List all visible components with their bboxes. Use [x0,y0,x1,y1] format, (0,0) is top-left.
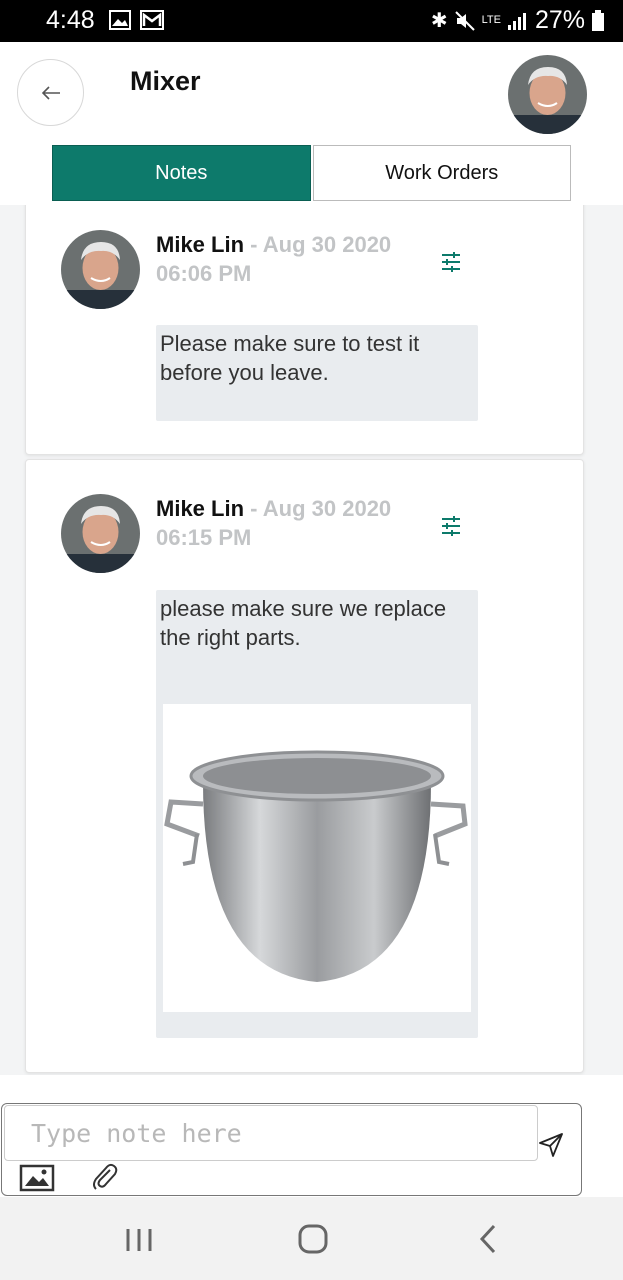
system-nav-bar [0,1197,623,1280]
tab-bar: Notes Work Orders [52,145,571,201]
note-composer [1,1103,582,1196]
note-time: 06:06 PM [156,261,252,286]
battery-icon [592,9,604,31]
note-card: Mike Lin - Aug 30 2020 06:06 PM Please m… [25,205,584,455]
author-avatar [61,494,140,573]
avatar-photo [508,55,587,134]
battery-percent: 27% [534,6,585,34]
note-card: Mike Lin - Aug 30 2020 06:15 PM please m… [25,459,584,1073]
status-bar: 4:48 ✱ LTE 27% [0,0,623,42]
recent-apps-icon[interactable] [125,1227,153,1253]
avatar-photo [61,494,140,573]
signal-icon [507,12,526,30]
avatar-photo [61,230,140,309]
notes-feed[interactable]: Mike Lin - Aug 30 2020 06:06 PM Please m… [0,205,623,1075]
back-arrow-icon [41,85,60,100]
note-meta: Mike Lin - Aug 30 2020 06:15 PM [156,494,436,552]
back-button[interactable] [17,59,84,126]
app-header: Mixer [0,42,623,144]
note-author: Mike Lin [156,496,245,521]
note-date: Aug 30 2020 [262,232,392,257]
bluetooth-icon: ✱ [430,10,448,32]
meta-separator: - [250,232,258,257]
note-author: Mike Lin [156,232,245,257]
note-text: Please make sure to test it before you l… [160,331,420,385]
tab-notes[interactable]: Notes [52,145,311,201]
tab-work-orders[interactable]: Work Orders [312,145,571,201]
filter-icon[interactable] [439,250,463,274]
attachment-image[interactable] [163,704,471,1012]
meta-separator: - [250,496,258,521]
note-text: please make sure we replace the right pa… [160,596,447,650]
status-time: 4:48 [46,6,95,34]
gallery-notification-icon [109,10,131,30]
status-right-group: ✱ LTE 27% [431,6,605,35]
send-icon[interactable] [538,1132,564,1158]
gmail-notification-icon [140,10,164,30]
image-icon[interactable] [19,1164,55,1192]
mixing-bowl-image [164,750,468,982]
note-input[interactable] [4,1105,538,1161]
lte-label: LTE [481,14,501,26]
note-time: 06:15 PM [156,525,252,550]
note-bubble: please make sure we replace the right pa… [156,590,478,1038]
note-meta: Mike Lin - Aug 30 2020 06:06 PM [156,230,436,288]
filter-icon[interactable] [439,514,463,538]
note-bubble: Please make sure to test it before you l… [156,325,478,421]
user-avatar[interactable] [508,55,587,134]
paperclip-icon[interactable] [90,1162,120,1192]
author-avatar [61,230,140,309]
mute-icon [454,10,475,31]
page-title: Mixer [130,66,201,96]
home-icon[interactable] [298,1224,328,1254]
back-nav-icon[interactable] [478,1224,498,1254]
note-date: Aug 30 2020 [262,496,392,521]
